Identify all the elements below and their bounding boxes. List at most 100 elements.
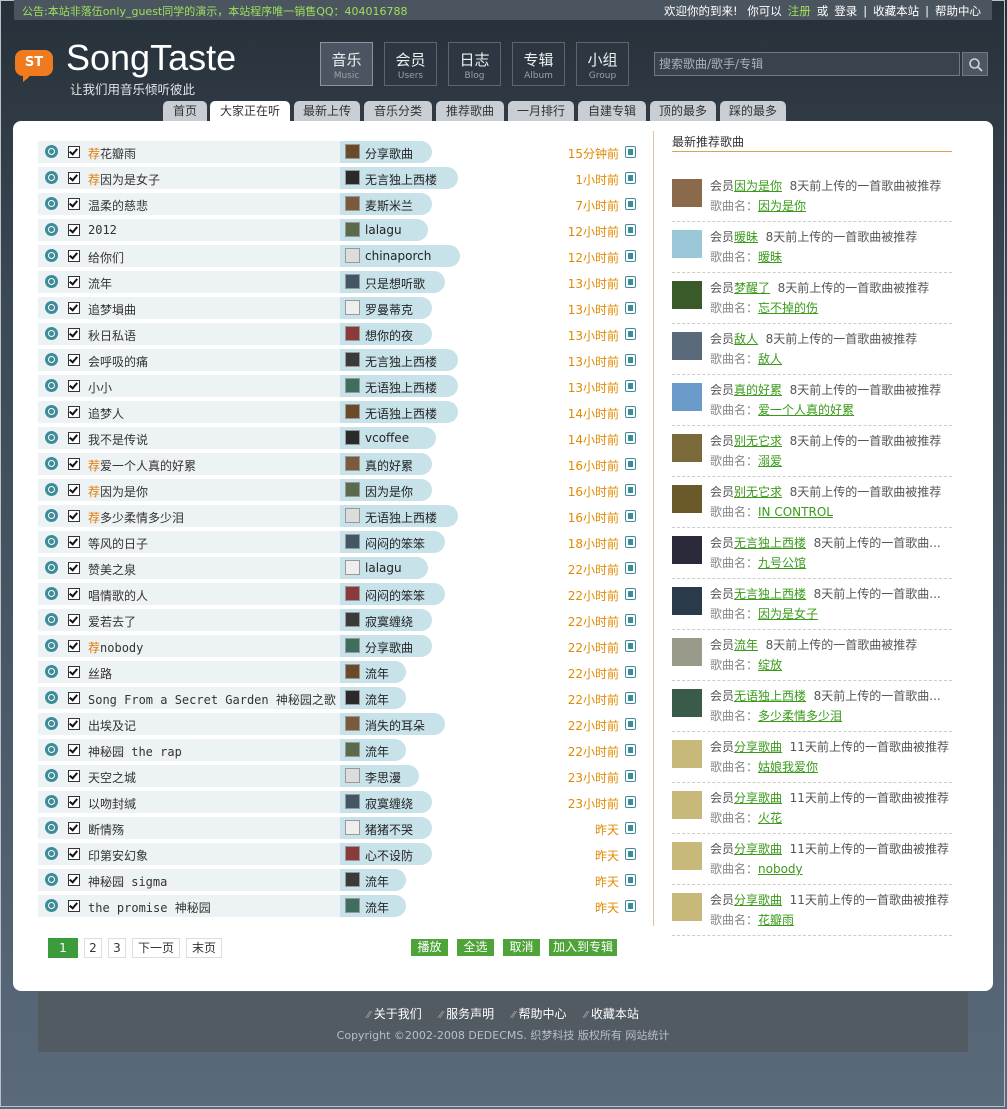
cancel-button[interactable]: 取消 (503, 939, 540, 956)
uploader-name[interactable]: 想你的夜 (365, 327, 413, 344)
song-link[interactable]: nobody (758, 862, 803, 876)
song-title-link[interactable]: 追梦人 (88, 405, 124, 422)
headphone-icon[interactable] (625, 432, 636, 444)
song-checkbox[interactable] (68, 692, 80, 704)
headphone-icon[interactable] (625, 666, 636, 678)
play-icon[interactable] (45, 249, 58, 262)
play-icon[interactable] (45, 535, 58, 548)
song-title-link[interactable]: 我不是传说 (88, 431, 148, 448)
uploader-name[interactable]: 无语独上西楼 (365, 405, 437, 422)
song-row[interactable]: 天空之城 李思漫 23小时前 (38, 765, 638, 787)
play-icon[interactable] (45, 587, 58, 600)
uploader-name[interactable]: chinaporch (365, 249, 431, 263)
play-icon[interactable] (45, 665, 58, 678)
avatar[interactable] (345, 586, 360, 601)
song-checkbox[interactable] (68, 302, 80, 314)
play-icon[interactable] (45, 613, 58, 626)
headphone-icon[interactable] (625, 328, 636, 340)
song-title-link[interactable]: 荐多少柔情多少泪 (88, 509, 184, 526)
uploader-name[interactable]: 分享歌曲 (365, 145, 413, 162)
song-row[interactable]: 爱若去了 寂寞缠绕 22小时前 (38, 609, 638, 631)
tab-categories[interactable]: 音乐分类 (364, 101, 432, 121)
song-title-link[interactable]: 温柔的慈悲 (88, 197, 148, 214)
song-link[interactable]: 火花 (758, 811, 782, 825)
headphone-icon[interactable] (625, 510, 636, 522)
page-3[interactable]: 3 (108, 938, 126, 958)
song-link[interactable]: 绽放 (758, 658, 782, 672)
play-icon[interactable] (45, 145, 58, 158)
member-link[interactable]: 真的好累 (734, 383, 782, 397)
song-link[interactable]: 姑娘我爱你 (758, 760, 818, 774)
song-checkbox[interactable] (68, 588, 80, 600)
song-row[interactable]: 荐因为是你 因为是你 16小时前 (38, 479, 638, 501)
play-icon[interactable] (45, 353, 58, 366)
avatar[interactable] (345, 430, 360, 445)
song-checkbox[interactable] (68, 562, 80, 574)
song-checkbox[interactable] (68, 458, 80, 470)
uploader-name[interactable]: 无语独上西楼 (365, 509, 437, 526)
song-title-link[interactable]: 给你们 (88, 249, 124, 266)
song-checkbox[interactable] (68, 354, 80, 366)
nav-group[interactable]: 小组 Group (576, 42, 629, 86)
song-title-link[interactable]: Song From a Secret Garden 神秘园之歌 (88, 691, 336, 708)
tab-monthly-rank[interactable]: 一月排行 (508, 101, 574, 121)
select-all-button[interactable]: 全选 (457, 939, 494, 956)
avatar[interactable] (345, 222, 360, 237)
member-link[interactable]: 暧昧 (734, 230, 758, 244)
song-checkbox[interactable] (68, 770, 80, 782)
uploader-name[interactable]: 无语独上西楼 (365, 379, 437, 396)
uploader-name[interactable]: 真的好累 (365, 457, 413, 474)
song-row[interactable]: 荐花瓣雨 分享歌曲 15分钟前 (38, 141, 638, 163)
headphone-icon[interactable] (625, 770, 636, 782)
member-link[interactable]: 无言独上西楼 (734, 587, 806, 601)
footer-link-help[interactable]: 帮助中心 (512, 1007, 567, 1021)
song-title-link[interactable]: 追梦塤曲 (88, 301, 136, 318)
uploader-name[interactable]: 寂寞缠绕 (365, 795, 413, 812)
song-checkbox[interactable] (68, 848, 80, 860)
uploader-name[interactable]: 流年 (365, 743, 389, 760)
bookmark-link[interactable]: 收藏本站 (873, 4, 919, 18)
song-checkbox[interactable] (68, 250, 80, 262)
avatar[interactable] (672, 281, 702, 309)
headphone-icon[interactable] (625, 484, 636, 496)
tab-recommended[interactable]: 推荐歌曲 (436, 101, 504, 121)
next-page[interactable]: 下一页 (132, 938, 180, 958)
song-checkbox[interactable] (68, 614, 80, 626)
avatar[interactable] (672, 791, 702, 819)
song-link[interactable]: IN CONTROL (758, 505, 833, 519)
logo-text[interactable]: SongTaste (66, 37, 236, 79)
song-title-link[interactable]: 荐因为是女子 (88, 171, 160, 188)
song-link[interactable]: 因为是你 (758, 199, 806, 213)
member-link[interactable]: 敌人 (734, 332, 758, 346)
song-row[interactable]: 秋日私语 想你的夜 13小时前 (38, 323, 638, 345)
play-icon[interactable] (45, 197, 58, 210)
uploader-name[interactable]: 流年 (365, 691, 389, 708)
song-checkbox[interactable] (68, 406, 80, 418)
avatar[interactable] (672, 842, 702, 870)
song-checkbox[interactable] (68, 666, 80, 678)
footer-link-about[interactable]: 关于我们 (367, 1007, 422, 1021)
headphone-icon[interactable] (625, 250, 636, 262)
song-row[interactable]: 神秘园 the rap 流年 22小时前 (38, 739, 638, 761)
uploader-name[interactable]: lalagu (365, 223, 402, 237)
avatar[interactable] (345, 716, 360, 731)
song-checkbox[interactable] (68, 900, 80, 912)
search-input[interactable]: 搜索歌曲/歌手/专辑 (654, 52, 960, 76)
play-icon[interactable] (45, 691, 58, 704)
footer-link-terms[interactable]: 服务声明 (440, 1007, 495, 1021)
song-checkbox[interactable] (68, 484, 80, 496)
song-title-link[interactable]: 断情殇 (88, 821, 124, 838)
avatar[interactable] (672, 230, 702, 258)
play-icon[interactable] (45, 431, 58, 444)
avatar[interactable] (345, 326, 360, 341)
headphone-icon[interactable] (625, 562, 636, 574)
avatar[interactable] (345, 872, 360, 887)
uploader-name[interactable]: 李思漫 (365, 769, 401, 786)
avatar[interactable] (672, 689, 702, 717)
song-row[interactable]: the promise 神秘园 流年 昨天 (38, 895, 638, 917)
headphone-icon[interactable] (625, 614, 636, 626)
song-row[interactable]: 给你们 chinaporch 12小时前 (38, 245, 638, 267)
play-icon[interactable] (45, 847, 58, 860)
nav-blog[interactable]: 日志 Blog (448, 42, 501, 86)
headphone-icon[interactable] (625, 276, 636, 288)
